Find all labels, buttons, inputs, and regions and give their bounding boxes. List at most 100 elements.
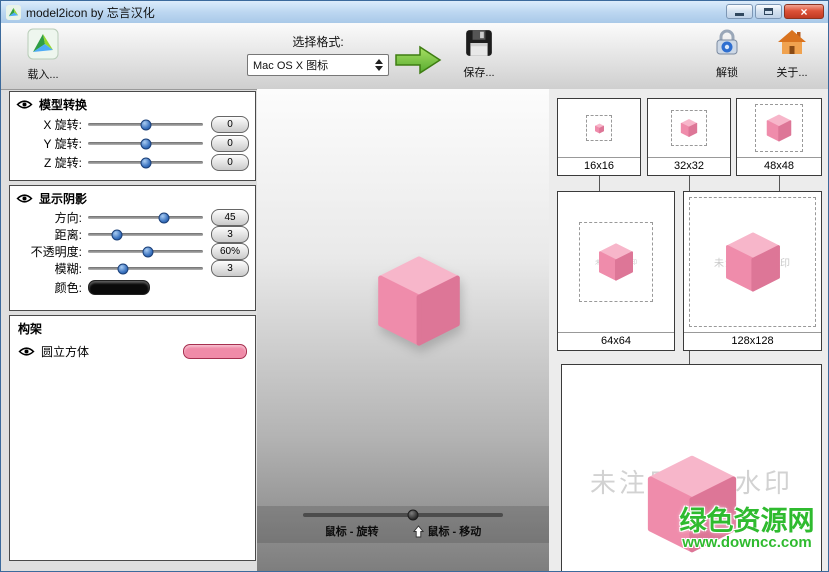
cube-preview-icon [596, 241, 636, 283]
about-label: 关于... [776, 64, 807, 80]
panel-title: 模型转换 [39, 96, 87, 113]
slider-row-opacity: 不透明度: 60% [10, 243, 255, 260]
preview-128[interactable]: 未注册版本水印 128x128 [683, 191, 822, 351]
connector-line [599, 176, 600, 191]
slider-label: 模糊: [10, 260, 82, 277]
save-icon [464, 28, 494, 61]
selection-marquee [755, 104, 803, 152]
preview-size-label: 64x64 [558, 332, 674, 350]
slider-label: X 旋转: [10, 116, 82, 133]
direction-slider[interactable] [88, 216, 203, 219]
chevron-down-icon [375, 66, 383, 71]
save-label: 保存... [463, 64, 494, 80]
selection-marquee: 未注册版本水印 [579, 222, 653, 302]
panel-model-transform: 模型转换 X 旋转: 0 Y 旋转: 0 Z 旋转: 0 [9, 91, 256, 181]
slider-label: Y 旋转: [10, 135, 82, 152]
slider-thumb[interactable] [158, 212, 169, 223]
slider-value: 0 [211, 116, 249, 133]
maximize-button[interactable] [755, 4, 782, 19]
viewport-control-strip: 鼠标 - 旋转 鼠标 - 移动 [257, 506, 549, 543]
preview-size-label: 128x128 [684, 332, 821, 350]
preview-size-label: 32x32 [648, 157, 730, 175]
load-button[interactable]: 载入... [15, 28, 71, 82]
eye-icon[interactable] [16, 99, 33, 110]
preview-16[interactable]: 16x16 [557, 98, 641, 176]
distance-slider[interactable] [88, 233, 203, 236]
close-icon: × [800, 6, 807, 18]
window-title: model2icon by 忘言汉化 [26, 4, 155, 21]
color-label: 颜色: [10, 279, 82, 296]
site-watermark: 绿色资源网 www.downcc.com [664, 507, 829, 551]
unlock-label: 解锁 [716, 64, 738, 80]
toolbar: 载入... 选择格式: Mac OS X 图标 保存... [1, 23, 828, 90]
slider-value: 60% [211, 243, 249, 260]
structure-color-swatch[interactable] [183, 344, 247, 359]
blur-slider[interactable] [88, 267, 203, 270]
y-rotate-slider[interactable] [88, 142, 203, 145]
cube-preview-icon [679, 118, 699, 138]
z-rotate-slider[interactable] [88, 161, 203, 164]
eye-icon[interactable] [18, 346, 35, 357]
save-button[interactable]: 保存... [451, 28, 507, 80]
opacity-slider[interactable] [88, 250, 203, 253]
cube-preview-icon [594, 123, 605, 134]
maximize-icon [764, 8, 773, 15]
x-rotate-slider[interactable] [88, 123, 203, 126]
selection-marquee [586, 115, 612, 141]
slider-thumb[interactable] [140, 157, 151, 168]
structure-item-row[interactable]: 圆立方体 [10, 339, 255, 360]
stepper-icon[interactable] [375, 59, 383, 71]
site-watermark-url: www.downcc.com [664, 535, 829, 551]
slider-value: 0 [211, 135, 249, 152]
eye-icon[interactable] [16, 193, 33, 204]
about-button[interactable]: 关于... [765, 28, 819, 80]
selection-marquee [671, 110, 707, 146]
chevron-up-icon [375, 59, 383, 64]
slider-row-x-rotate: X 旋转: 0 [10, 115, 255, 134]
shadow-color-swatch[interactable] [88, 280, 150, 295]
viewport-canvas[interactable]: 鼠标 - 旋转 鼠标 - 移动 [257, 89, 549, 572]
hint-rotate: 鼠标 - 旋转 [325, 523, 379, 539]
viewport-slider-thumb[interactable] [408, 510, 419, 521]
format-select[interactable]: Mac OS X 图标 [247, 54, 389, 76]
preview-32[interactable]: 32x32 [647, 98, 731, 176]
unlock-button[interactable]: 解锁 [701, 28, 753, 80]
preview-64[interactable]: 未注册版本水印 64x64 [557, 191, 675, 351]
cube-3d-render [371, 251, 467, 351]
minimize-button[interactable] [726, 4, 753, 19]
hint-move: 鼠标 - 移动 [413, 523, 482, 539]
about-icon [777, 28, 807, 61]
connector-line [689, 176, 690, 191]
preview-48[interactable]: 48x48 [736, 98, 822, 176]
minimize-icon [735, 13, 744, 16]
cube-preview-icon [764, 113, 794, 143]
structure-item-label: 圆立方体 [41, 343, 89, 360]
viewport-zoom-slider[interactable] [303, 513, 503, 517]
panel-structure: 构架 圆立方体 [9, 315, 256, 561]
connector-line [689, 351, 690, 364]
preview-panel: 16x16 32x32 48x48 未注册版本水印 [549, 89, 829, 572]
slider-thumb[interactable] [140, 119, 151, 130]
connector-line [779, 176, 780, 191]
convert-arrow-icon [393, 43, 443, 82]
close-button[interactable]: × [784, 4, 824, 19]
slider-value: 0 [211, 154, 249, 171]
load-label: 载入... [27, 66, 58, 82]
app-window: model2icon by 忘言汉化 × 载入... 选择格式: Mac OS … [0, 0, 829, 572]
format-selected-value: Mac OS X 图标 [253, 57, 328, 73]
title-bar[interactable]: model2icon by 忘言汉化 × [1, 1, 828, 24]
panel-shadow: 显示阴影 方向: 45 距离: 3 不透明度: 60% 模糊: 3 颜色: [9, 185, 256, 311]
preview-size-label: 48x48 [737, 157, 821, 175]
slider-value: 3 [211, 226, 249, 243]
cube-preview-icon [721, 229, 785, 295]
slider-label: 距离: [10, 226, 82, 243]
slider-thumb[interactable] [140, 138, 151, 149]
slider-thumb[interactable] [117, 263, 128, 274]
format-group: 选择格式: Mac OS X 图标 [247, 33, 389, 76]
shadow-color-row: 颜色: [10, 277, 255, 297]
slider-thumb[interactable] [142, 246, 153, 257]
unlock-icon [712, 28, 742, 61]
selection-marquee: 未注册版本水印 [689, 197, 816, 327]
slider-thumb[interactable] [111, 229, 122, 240]
slider-row-z-rotate: Z 旋转: 0 [10, 153, 255, 172]
